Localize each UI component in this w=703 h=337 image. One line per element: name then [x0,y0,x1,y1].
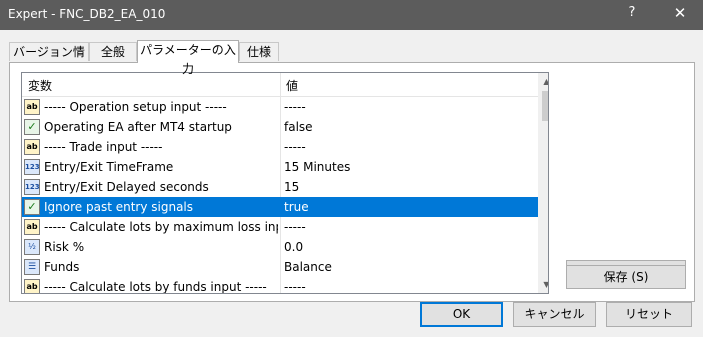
double-icon: ½ [24,239,40,255]
ok-button[interactable]: OK [420,302,503,327]
parameter-row[interactable]: ab ----- Operation setup input ----- ----- [22,97,538,117]
cell-separator [280,157,281,177]
bool-icon: ✓ [24,119,40,135]
string-icon: ab [24,219,40,235]
parameter-name: Entry/Exit TimeFrame [44,160,174,174]
parameter-name: Entry/Exit Delayed seconds [44,180,209,194]
column-separator[interactable] [280,73,281,96]
parameter-value[interactable]: true [284,200,534,214]
column-header-value[interactable]: 値 [286,77,298,94]
parameter-name: Operating EA after MT4 startup [44,120,232,134]
bool-icon: ✓ [24,199,40,215]
parameter-value[interactable]: false [284,120,534,134]
cell-separator [280,257,281,277]
cell-separator [280,277,281,293]
close-icon[interactable]: ✕ [668,4,692,26]
string-icon: ab [24,139,40,155]
parameter-name: Risk % [44,240,85,254]
cell-separator [280,97,281,117]
int-icon: 123 [24,159,40,175]
scroll-thumb[interactable] [542,91,548,121]
tab-general[interactable]: 全般 [89,42,137,61]
parameters-grid: 変数 値 ab ----- Operation setup input -----… [21,72,549,294]
parameter-name: ----- Operation setup input ----- [44,100,227,114]
scroll-up-icon[interactable]: ▲ [538,73,548,90]
save-button[interactable]: 保存 (S) [566,265,686,289]
parameter-row[interactable]: ab ----- Trade input ----- ----- [22,137,538,157]
title-bar: Expert - FNC_DB2_EA_010 ? ✕ [0,0,703,30]
cell-separator [280,117,281,137]
cell-separator [280,237,281,257]
dialog-body: バージョン情報 全般 パラメーターの入力 仕様 変数 値 ab ----- Ope… [1,30,702,336]
vertical-scrollbar[interactable]: ▲ ▼ [538,73,548,293]
parameter-name: ----- Calculate lots by maximum loss inp… [44,220,278,234]
parameter-value[interactable]: ----- [284,220,534,234]
string-icon: ab [24,99,40,115]
help-icon[interactable]: ? [622,5,642,25]
cell-separator [280,177,281,197]
parameter-row[interactable]: ✓ Ignore past entry signals true [22,197,538,217]
tab-version-info[interactable]: バージョン情報 [9,42,89,78]
parameter-row[interactable]: ✓ Operating EA after MT4 startup false [22,117,538,137]
parameter-value[interactable]: ----- [284,100,534,114]
tab-specification[interactable]: 仕様 [239,42,279,61]
parameter-row[interactable]: ab ----- Calculate lots by maximum loss i… [22,217,538,237]
tab-parameters[interactable]: パラメーターの入力 [137,40,239,76]
parameter-row[interactable]: ½ Risk % 0.0 [22,237,538,257]
parameter-name: Ignore past entry signals [44,200,194,214]
parameter-row[interactable]: ☰ Funds Balance [22,257,538,277]
parameter-value[interactable]: 15 [284,180,534,194]
cell-separator [280,217,281,237]
parameter-value[interactable]: ----- [284,140,534,154]
parameter-row[interactable]: 123 Entry/Exit TimeFrame 15 Minutes [22,157,538,177]
int-icon: 123 [24,179,40,195]
parameter-value[interactable]: 0.0 [284,240,534,254]
enum-icon: ☰ [24,259,40,275]
cell-separator [280,197,281,217]
parameter-row[interactable]: ab ----- Calculate lots by funds input --… [22,277,538,294]
string-icon: ab [24,279,40,293]
grid-header: 変数 値 [22,73,538,97]
parameter-name: ----- Calculate lots by funds input ----… [44,280,267,294]
parameter-value[interactable]: Balance [284,260,534,274]
scroll-down-icon[interactable]: ▼ [538,276,548,293]
parameter-value[interactable]: 15 Minutes [284,160,534,174]
parameter-value[interactable]: ----- [284,280,534,293]
window-title: Expert - FNC_DB2_EA_010 [8,7,166,21]
parameter-name: Funds [44,260,80,274]
reset-button[interactable]: リセット [606,302,692,327]
parameter-name: ----- Trade input ----- [44,140,163,154]
cell-separator [280,137,281,157]
cancel-button[interactable]: キャンセル [513,302,596,327]
parameter-row[interactable]: 123 Entry/Exit Delayed seconds 15 [22,177,538,197]
column-header-variable[interactable]: 変数 [28,77,52,94]
